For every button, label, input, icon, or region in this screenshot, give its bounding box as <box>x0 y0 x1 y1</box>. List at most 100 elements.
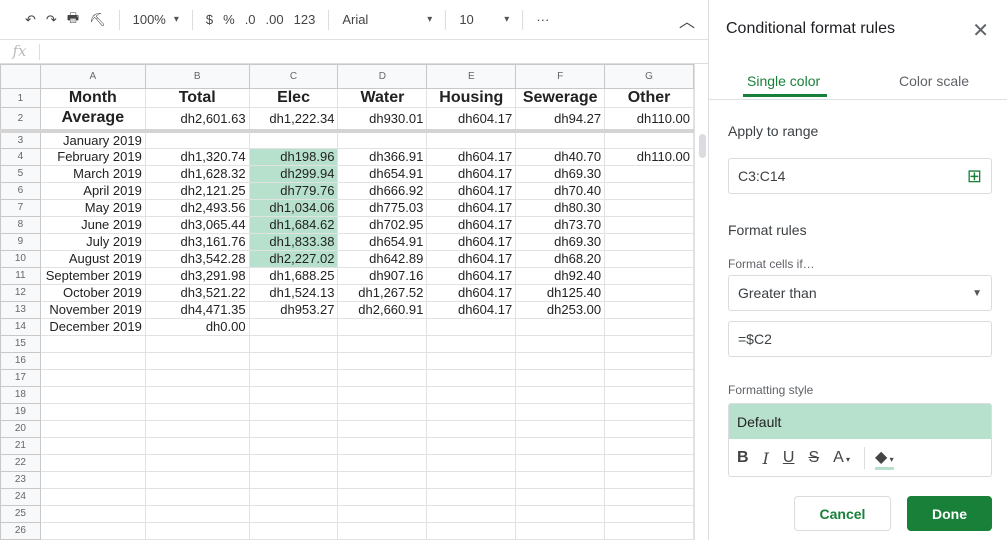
cell[interactable] <box>39 351 146 370</box>
row-header[interactable]: 13 <box>0 300 41 319</box>
increase-decimal-button[interactable]: .00 <box>261 6 289 34</box>
cell[interactable] <box>337 453 428 472</box>
font-size-select[interactable]: 10 <box>454 6 514 34</box>
cell[interactable]: Elec <box>248 88 339 108</box>
cell[interactable] <box>337 521 428 540</box>
cell[interactable] <box>515 351 606 370</box>
redo-icon[interactable]: ↷ <box>41 6 62 34</box>
cell[interactable] <box>426 436 517 455</box>
cell[interactable] <box>248 317 339 336</box>
cell[interactable]: February 2019 <box>39 147 146 166</box>
cell[interactable] <box>248 521 339 540</box>
cell[interactable] <box>248 402 339 421</box>
cell[interactable]: dh110.00 <box>604 107 694 133</box>
spreadsheet-grid[interactable]: A B C D E F G 1 Month Total Elec Water Housing Sewera… <box>0 64 694 540</box>
row-header[interactable]: 19 <box>0 402 41 421</box>
cell[interactable] <box>144 351 250 370</box>
cell[interactable] <box>604 351 694 370</box>
percent-button[interactable]: % <box>218 6 240 34</box>
column-header[interactable]: G <box>604 64 694 89</box>
cell[interactable] <box>39 504 146 523</box>
cell[interactable] <box>39 334 146 353</box>
cell[interactable]: Total <box>144 88 250 108</box>
cell[interactable] <box>337 385 428 404</box>
cell[interactable]: August 2019 <box>39 249 146 268</box>
cell[interactable]: dh0.00 <box>144 317 250 336</box>
cell[interactable]: March 2019 <box>39 164 146 183</box>
cell[interactable]: dh1,320.74 <box>144 147 250 166</box>
row-header[interactable]: 5 <box>0 164 41 183</box>
cell[interactable] <box>337 504 428 523</box>
cell[interactable]: dh73.70 <box>515 215 606 234</box>
cell[interactable] <box>248 487 339 506</box>
row-header[interactable]: 14 <box>0 317 41 336</box>
print-icon[interactable]: 🖶 <box>62 6 84 34</box>
formula-input[interactable] <box>40 42 708 62</box>
cell[interactable] <box>337 334 428 353</box>
cell[interactable]: dh779.76 <box>248 181 339 200</box>
column-header[interactable]: E <box>426 64 517 89</box>
cell[interactable] <box>144 470 250 489</box>
cell[interactable]: dh125.40 <box>515 283 606 302</box>
cell[interactable] <box>337 436 428 455</box>
row-header[interactable]: 15 <box>0 334 41 353</box>
cell[interactable] <box>39 470 146 489</box>
cell[interactable] <box>337 130 428 149</box>
cell[interactable]: dh953.27 <box>248 300 339 319</box>
row-header[interactable]: 23 <box>0 470 41 489</box>
cell[interactable] <box>515 453 606 472</box>
cell[interactable]: dh654.91 <box>337 232 428 251</box>
cell[interactable] <box>604 283 694 302</box>
cell[interactable] <box>515 385 606 404</box>
row-header[interactable]: 6 <box>0 181 41 200</box>
cell[interactable] <box>426 317 517 336</box>
cell[interactable]: dh2,121.25 <box>144 181 250 200</box>
cell[interactable] <box>39 436 146 455</box>
cell[interactable] <box>426 351 517 370</box>
cell[interactable] <box>39 453 146 472</box>
cell[interactable]: dh3,542.28 <box>144 249 250 268</box>
condition-select[interactable]: Greater than ▼ <box>728 275 992 311</box>
cell[interactable] <box>337 487 428 506</box>
fill-color-icon[interactable]: ◆ ▾ <box>875 447 894 470</box>
range-input[interactable]: C3:C14 ⊞ <box>728 158 992 194</box>
cell[interactable] <box>426 504 517 523</box>
cell[interactable] <box>248 334 339 353</box>
bold-icon[interactable]: B <box>737 449 749 467</box>
cell[interactable] <box>604 504 694 523</box>
cell[interactable] <box>604 453 694 472</box>
cell[interactable]: May 2019 <box>39 198 146 217</box>
cell[interactable] <box>39 368 146 387</box>
cell[interactable]: dh110.00 <box>604 147 694 166</box>
row-header[interactable]: 12 <box>0 283 41 302</box>
cell[interactable]: dh94.27 <box>515 107 606 133</box>
cell[interactable]: dh1,628.32 <box>144 164 250 183</box>
more-formats-button[interactable]: 123 <box>289 6 321 34</box>
cell[interactable] <box>604 436 694 455</box>
row-header[interactable]: 18 <box>0 385 41 404</box>
row-header[interactable]: 26 <box>0 521 41 540</box>
cell[interactable] <box>144 453 250 472</box>
cell[interactable]: dh604.17 <box>426 181 517 200</box>
cell[interactable] <box>604 487 694 506</box>
cell[interactable] <box>515 334 606 353</box>
cell[interactable] <box>426 487 517 506</box>
cell[interactable] <box>604 470 694 489</box>
cell[interactable] <box>604 334 694 353</box>
cell[interactable] <box>337 317 428 336</box>
row-header[interactable]: 3 <box>0 130 41 149</box>
row-header[interactable]: 25 <box>0 504 41 523</box>
cell[interactable]: dh1,688.25 <box>248 266 339 285</box>
cell[interactable]: dh92.40 <box>515 266 606 285</box>
font-select[interactable]: Arial <box>337 6 437 34</box>
cell[interactable]: dh1,222.34 <box>248 107 339 133</box>
cell[interactable] <box>515 402 606 421</box>
cell[interactable]: Average <box>39 107 146 133</box>
value-input[interactable]: =$C2 <box>728 321 992 357</box>
cell[interactable] <box>39 402 146 421</box>
cell[interactable]: Sewerage <box>515 88 606 108</box>
strikethrough-icon[interactable]: S <box>808 449 819 467</box>
row-header[interactable]: 8 <box>0 215 41 234</box>
cell[interactable]: dh604.17 <box>426 147 517 166</box>
cell[interactable]: January 2019 <box>39 130 146 149</box>
